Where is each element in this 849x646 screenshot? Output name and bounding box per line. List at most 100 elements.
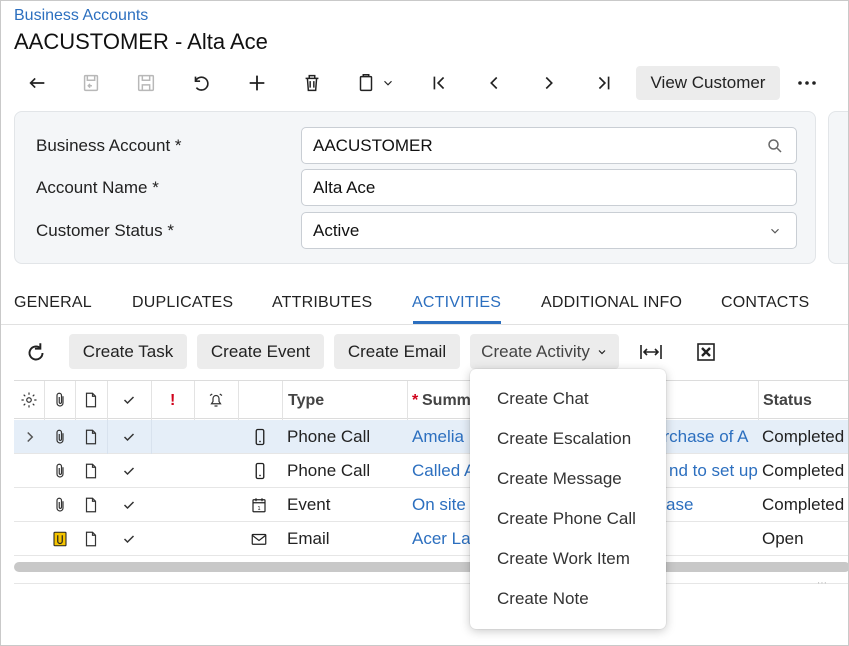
last-record-icon[interactable] bbox=[584, 67, 624, 99]
phone-icon bbox=[255, 462, 265, 480]
account-name-field[interactable]: Alta Ace bbox=[301, 169, 797, 206]
menu-item-create-work-item[interactable]: Create Work Item bbox=[497, 549, 630, 569]
paperclip-flag-icon[interactable] bbox=[51, 530, 69, 548]
table-row[interactable]: Email Acer La Open bbox=[14, 522, 848, 556]
prev-record-icon[interactable] bbox=[474, 67, 514, 99]
attachment-icon[interactable] bbox=[51, 428, 69, 446]
tab-additional-info[interactable]: ADDITIONAL INFO bbox=[541, 294, 682, 312]
tab-contacts[interactable]: CONTACTS bbox=[721, 294, 809, 312]
menu-item-create-escalation[interactable]: Create Escalation bbox=[497, 429, 631, 449]
tab-duplicates[interactable]: DUPLICATES bbox=[132, 294, 233, 312]
save-close-icon[interactable] bbox=[71, 67, 111, 99]
menu-item-create-phone-call[interactable]: Create Phone Call bbox=[497, 509, 636, 529]
menu-item-create-message[interactable]: Create Message bbox=[497, 469, 622, 489]
search-icon[interactable] bbox=[766, 137, 784, 155]
check-icon bbox=[123, 467, 135, 476]
more-icon[interactable] bbox=[791, 67, 823, 99]
add-icon[interactable] bbox=[237, 67, 277, 99]
row-type: Email bbox=[287, 529, 330, 548]
priority-icon: ! bbox=[170, 392, 176, 409]
create-activity-dropdown[interactable]: Create Activity bbox=[470, 334, 619, 369]
tab-general[interactable]: GENERAL bbox=[14, 294, 92, 312]
fit-to-screen-icon[interactable] bbox=[639, 342, 663, 362]
row-summary-link[interactable]: Acer La bbox=[412, 529, 472, 549]
check-icon bbox=[123, 501, 135, 510]
customer-status-value: Active bbox=[313, 220, 360, 240]
row-type: Event bbox=[287, 495, 331, 514]
menu-item-create-chat[interactable]: Create Chat bbox=[497, 389, 589, 409]
customer-status-select[interactable]: Active bbox=[301, 212, 797, 249]
row-summary-link[interactable]: On site bbox=[412, 495, 472, 515]
business-account-value: AACUSTOMER bbox=[313, 135, 433, 155]
row-summary-tail[interactable]: ase bbox=[666, 495, 726, 515]
settings-icon[interactable] bbox=[20, 391, 38, 409]
attachment-icon[interactable] bbox=[51, 496, 69, 514]
refresh-icon[interactable] bbox=[23, 340, 49, 366]
next-record-icon[interactable] bbox=[529, 67, 569, 99]
grid-header: ! Type * Summ Status bbox=[14, 380, 848, 420]
horizontal-scrollbar[interactable] bbox=[14, 562, 848, 572]
document-icon[interactable] bbox=[82, 530, 100, 548]
resize-grip-icon[interactable]: ⋯ bbox=[817, 578, 828, 589]
chevron-down-icon bbox=[598, 349, 606, 354]
app-window: Business Accounts AACUSTOMER - Alta Ace bbox=[0, 0, 849, 646]
tab-attributes[interactable]: ATTRIBUTES bbox=[272, 294, 372, 312]
business-account-label: Business Account * bbox=[36, 136, 182, 155]
check-icon bbox=[123, 535, 135, 544]
document-icon[interactable] bbox=[82, 428, 100, 446]
first-record-icon[interactable] bbox=[419, 67, 459, 99]
col-type[interactable]: Type bbox=[288, 392, 324, 410]
row-type: Phone Call bbox=[287, 461, 371, 480]
tab-bar: GENERAL DUPLICATES ATTRIBUTES ACTIVITIES… bbox=[1, 285, 848, 325]
row-summary-tail[interactable]: urchase of A bbox=[654, 427, 758, 447]
create-email-button[interactable]: Create Email bbox=[334, 334, 460, 369]
account-name-value: Alta Ace bbox=[313, 177, 376, 197]
row-summary-tail[interactable]: nd to set up bbox=[669, 461, 758, 481]
row-summary-link[interactable]: Called A bbox=[412, 461, 472, 481]
create-activity-label: Create Activity bbox=[481, 341, 590, 361]
side-panel bbox=[828, 111, 848, 264]
table-row[interactable]: Phone Call Called A nd to set up Complet… bbox=[14, 454, 848, 488]
attachment-icon bbox=[56, 392, 64, 407]
create-activity-menu: Create Chat Create Escalation Create Mes… bbox=[470, 369, 666, 629]
view-customer-button[interactable]: View Customer bbox=[636, 66, 780, 100]
document-icon[interactable] bbox=[82, 462, 100, 480]
check-icon bbox=[123, 433, 135, 442]
row-summary-link[interactable]: Amelia bbox=[412, 427, 472, 447]
row-status: Completed bbox=[762, 461, 845, 480]
table-row[interactable]: Phone Call Amelia urchase of A Completed bbox=[14, 420, 848, 454]
row-status: Open bbox=[762, 529, 804, 548]
document-icon[interactable] bbox=[82, 496, 100, 514]
envelope-icon bbox=[251, 533, 267, 545]
col-summary[interactable]: Summ bbox=[422, 392, 471, 410]
row-status: Completed bbox=[762, 495, 845, 514]
summary-form: Business Account * AACUSTOMER Account Na… bbox=[14, 111, 816, 264]
phone-icon bbox=[255, 428, 265, 446]
reminder-icon bbox=[209, 393, 223, 407]
save-icon[interactable] bbox=[126, 67, 166, 99]
row-status: Completed bbox=[762, 427, 845, 446]
svg-text:1: 1 bbox=[257, 506, 260, 512]
create-event-button[interactable]: Create Event bbox=[197, 334, 324, 369]
create-task-button[interactable]: Create Task bbox=[69, 334, 187, 369]
copy-paste-icon[interactable] bbox=[347, 67, 403, 99]
grid-footer-divider bbox=[14, 583, 848, 584]
attachment-icon[interactable] bbox=[51, 462, 69, 480]
export-excel-icon[interactable] bbox=[696, 342, 716, 362]
table-row[interactable]: 1 Event On site ase Completed bbox=[14, 488, 848, 522]
delete-icon[interactable] bbox=[292, 67, 332, 99]
business-account-field[interactable]: AACUSTOMER bbox=[301, 127, 797, 164]
tab-activities[interactable]: ACTIVITIES bbox=[412, 294, 501, 312]
document-icon bbox=[85, 392, 97, 408]
col-status[interactable]: Status bbox=[763, 392, 812, 410]
back-icon[interactable] bbox=[17, 67, 57, 99]
breadcrumb[interactable]: Business Accounts bbox=[14, 7, 148, 25]
active-tab-indicator bbox=[413, 321, 501, 324]
chevron-down-icon bbox=[771, 228, 779, 234]
undo-icon[interactable] bbox=[181, 67, 221, 99]
required-marker: * bbox=[412, 392, 419, 409]
account-name-label: Account Name * bbox=[36, 178, 159, 197]
menu-item-create-note[interactable]: Create Note bbox=[497, 589, 589, 609]
expand-row-icon[interactable] bbox=[21, 428, 39, 446]
customer-status-label: Customer Status * bbox=[36, 221, 174, 240]
